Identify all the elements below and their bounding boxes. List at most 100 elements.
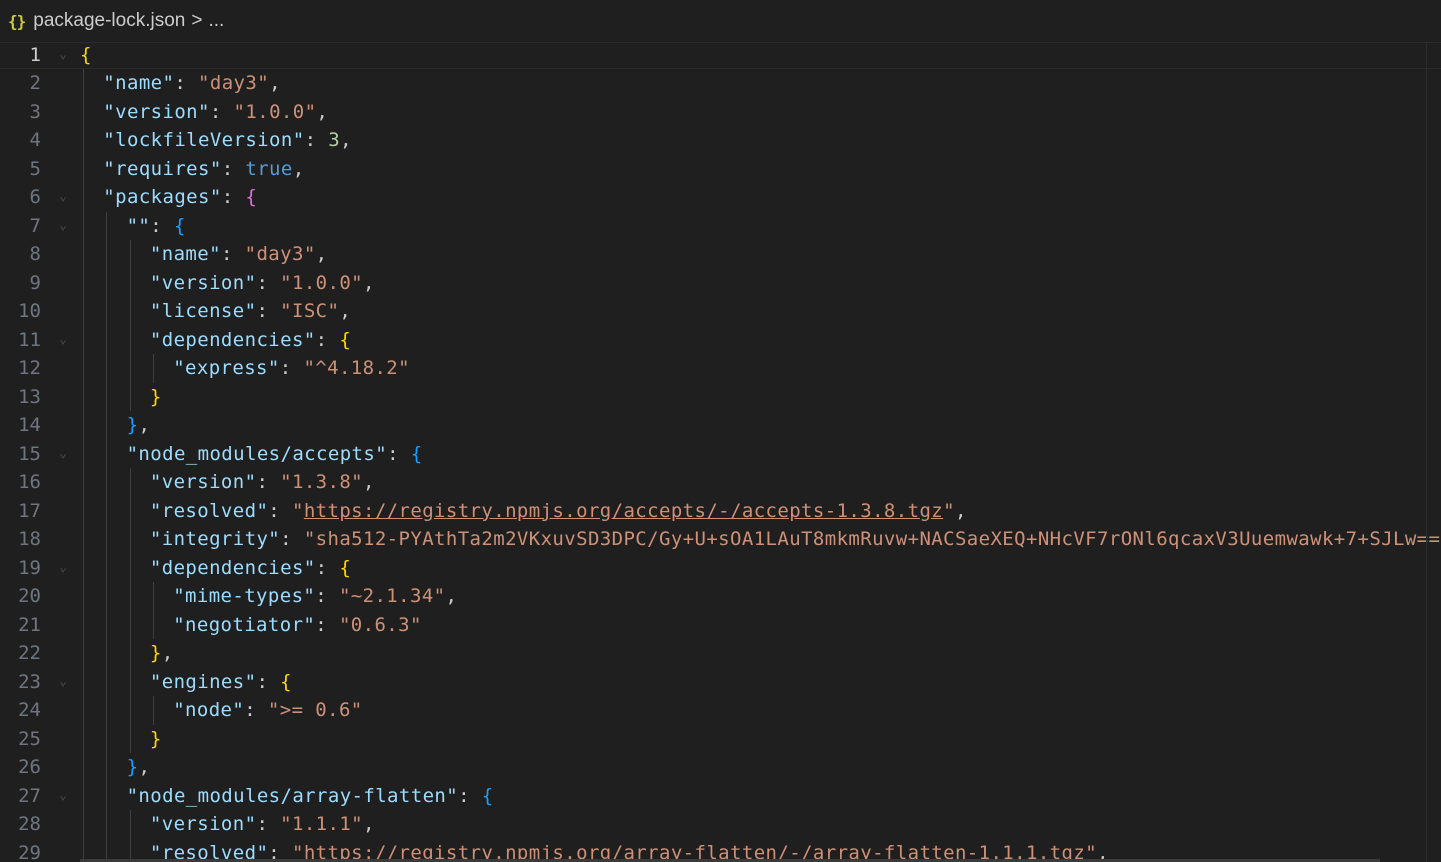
line-code: "resolved": "https://registry.npmjs.org/… [150,497,967,526]
json-token: : [209,100,234,123]
json-token: { [280,670,292,693]
code-line[interactable]: 9 "version": "1.0.0", [0,269,1441,298]
line-number: 23 [18,670,41,693]
code-line[interactable]: 25} [0,725,1441,754]
line-code: "version": "1.1.1", [150,810,375,839]
code-line[interactable]: 23 ⌄ "engines": { [0,668,1441,697]
code-line[interactable]: 21 "negotiator": "0.6.3" [0,611,1441,640]
json-token: { [80,43,92,66]
code-line[interactable]: 10 "license": "ISC", [0,297,1441,326]
indent-guide [129,667,131,696]
json-token: : [315,328,340,351]
code-line[interactable]: 11 ⌄ "dependencies": { [0,326,1441,355]
code-line[interactable]: 1 ⌄ { [0,42,1441,69]
json-token: , [138,414,151,436]
line-number: 19 [18,556,41,579]
json-token: "day3" [198,72,270,94]
json-token: " [291,499,304,522]
json-token: , [269,72,281,94]
code-line[interactable]: 17 "resolved": "https://registry.npmjs.or… [0,497,1441,526]
code-line[interactable]: 5 "requires": true, [0,155,1441,184]
line-number: 29 [18,841,41,862]
json-key: "" [126,214,151,237]
indent-guide [83,582,84,611]
code-line[interactable]: 16 "version": "1.3.8", [0,468,1441,497]
fold-chevron-icon[interactable]: ⌄ [56,212,70,241]
json-key: "version" [149,813,257,835]
line-number: 2 [29,72,41,94]
vertical-scrollbar[interactable] [1426,42,1441,862]
indent-guide [106,525,108,554]
line-code: }, [150,639,174,668]
indent-guide [129,582,131,611]
json-token: , [363,471,375,493]
code-editor[interactable]: 1 ⌄{2 "name": "day3", 3 "version": "1.0.0", 4… [0,42,1441,862]
code-line[interactable]: 15 ⌄ "node_modules/accepts": { [0,440,1441,469]
indent-guide [83,468,84,497]
code-line[interactable]: 7 ⌄ "": { [0,212,1441,241]
fold-chevron-icon[interactable]: ⌄ [56,183,70,212]
code-line[interactable]: 28 "version": "1.1.1", [0,810,1441,839]
fold-chevron-icon[interactable]: ⌄ [56,326,70,355]
indent-guide [83,240,84,269]
code-line[interactable]: 2 "name": "day3", [0,69,1441,98]
code-line[interactable]: 27 ⌄ "node_modules/array-flatten": { [0,782,1441,811]
json-token: " [943,499,955,522]
line-code: } [150,725,162,754]
line-number: 4 [29,129,41,151]
code-line[interactable]: 18 "integrity": "sha512-PYAthTa2m2VKxuvSD… [0,525,1441,554]
json-token: , [954,499,967,522]
line-code: "name": "day3", [150,240,328,269]
code-line[interactable]: 24 "node": ">= 0.6" [0,696,1441,725]
line-code: "integrity": "sha512-PYAthTa2m2VKxuvSD3D… [150,525,1441,554]
breadcrumb-file[interactable]: package-lock.json [33,10,185,32]
json-token: } [149,642,162,664]
code-line[interactable]: 3 "version": "1.0.0", [0,98,1441,127]
indent-guide [129,810,131,839]
line-number: 25 [18,727,41,750]
indent-guide [83,325,84,354]
json-token: "^4.18.2" [303,357,410,379]
json-key: "integrity" [149,528,281,550]
indent-guide [106,810,108,839]
json-token: "ISC" [280,300,340,322]
line-number: 15 [18,442,41,465]
json-token: : [458,784,482,807]
indent-guide [106,639,108,668]
fold-chevron-icon[interactable]: ⌄ [56,440,70,469]
code-line[interactable]: 22}, [0,639,1441,668]
indent-guide [83,69,84,98]
code-line[interactable]: 4 "lockfileVersion": 3, [0,126,1441,155]
json-token: : [220,243,245,265]
line-code: "requires": true, [103,155,304,184]
code-line[interactable]: 8 "name": "day3", [0,240,1441,269]
indent-guide [83,297,84,326]
fold-chevron-icon[interactable]: ⌄ [56,668,70,697]
json-token: } [149,727,162,750]
fold-chevron-icon[interactable]: ⌄ [56,782,70,811]
code-line[interactable]: 19 ⌄ "dependencies": { [0,554,1441,583]
json-key: "version" [149,471,257,493]
json-token: } [126,414,139,436]
code-line[interactable]: 12 "express": "^4.18.2" [0,354,1441,383]
breadcrumb-symbols[interactable]: ... [208,10,224,32]
code-line[interactable]: 26}, [0,753,1441,782]
code-line[interactable]: 13} [0,383,1441,412]
indent-guide [83,268,84,297]
code-line[interactable]: 14}, [0,411,1441,440]
json-key: "version" [103,100,210,123]
code-line[interactable]: 20 "mime-types": "~2.1.34", [0,582,1441,611]
fold-chevron-icon[interactable]: ⌄ [56,42,70,69]
indent-guide [83,639,84,668]
url-link[interactable]: https://registry.npmjs.org/accepts/-/acc… [304,500,943,522]
indent-guide [83,496,84,525]
code-line[interactable]: 6 ⌄ "packages": { [0,183,1441,212]
line-number: 20 [18,585,41,607]
fold-chevron-icon[interactable]: ⌄ [56,554,70,583]
json-token: , [292,157,305,180]
line-code: "node_modules/array-flatten": { [127,782,494,811]
json-braces-icon: {} [8,11,26,31]
indent-guide [83,154,84,183]
json-token: , [161,642,174,664]
json-key: "lockfileVersion" [103,129,305,151]
